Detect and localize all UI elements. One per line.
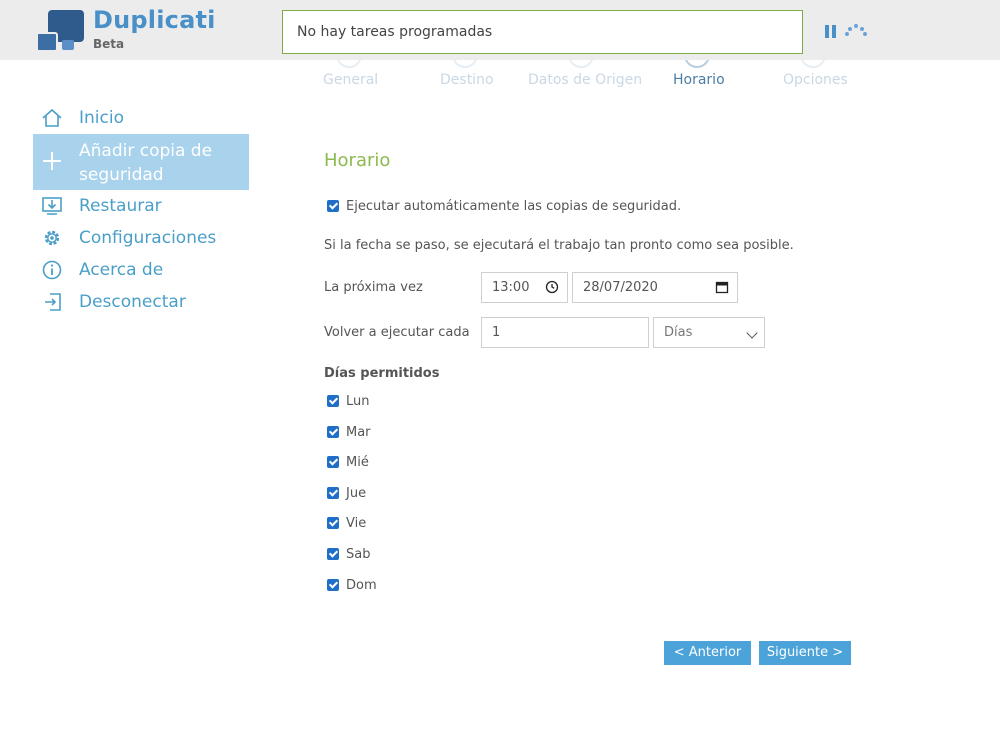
allowed-days-label: Días permitidos xyxy=(324,366,440,381)
gear-icon xyxy=(44,230,60,246)
restore-icon xyxy=(42,197,62,215)
date-input[interactable]: 28/07/2020 xyxy=(572,272,738,303)
schedule-note: Si la fecha se paso, se ejecutará el tra… xyxy=(324,238,794,253)
auto-run-label: Ejecutar automáticamente las copias de s… xyxy=(346,199,682,214)
logout-icon xyxy=(45,293,61,311)
tab-opciones[interactable]: Opciones xyxy=(783,72,848,88)
sidebar-item-label: Inicio xyxy=(79,108,124,128)
plus-icon xyxy=(43,152,61,170)
day-label-sab: Sab xyxy=(346,547,371,562)
page-title: Horario xyxy=(324,150,391,171)
repeat-label: Volver a ejecutar cada xyxy=(324,325,470,340)
sidebar-item-label: Configuraciones xyxy=(79,228,217,248)
step-dot-general[interactable] xyxy=(336,60,362,68)
previous-button[interactable]: < Anterior xyxy=(664,641,751,665)
status-bar: No hay tareas programadas xyxy=(282,10,803,54)
sidebar-item-label: Acerca de xyxy=(79,260,164,280)
pause-icon[interactable] xyxy=(825,25,837,38)
tab-datos-origen[interactable]: Datos de Origen xyxy=(528,72,642,88)
sidebar-item-acerca-de[interactable]: Acerca de xyxy=(33,254,249,286)
info-icon xyxy=(42,260,62,280)
time-input[interactable]: 13:00 xyxy=(481,272,568,303)
day-checkbox-mar[interactable] xyxy=(327,426,339,438)
sidebar-item-configuraciones[interactable]: Configuraciones xyxy=(33,222,249,254)
wizard-steps: General Destino Datos de Origen Horario … xyxy=(0,60,1000,100)
day-checkbox-mie[interactable] xyxy=(327,456,339,468)
step-dot-opciones[interactable] xyxy=(800,60,826,68)
tab-horario[interactable]: Horario xyxy=(673,72,725,88)
day-checkbox-jue[interactable] xyxy=(327,487,339,499)
chevron-down-icon xyxy=(746,327,758,339)
day-label-mar: Mar xyxy=(346,425,371,440)
step-dot-destino[interactable] xyxy=(452,60,478,68)
next-time-label: La próxima vez xyxy=(324,280,423,295)
throttle-icon[interactable] xyxy=(845,24,867,38)
sidebar-item-inicio[interactable]: Inicio xyxy=(33,102,249,134)
sidebar-item-label: Restaurar xyxy=(79,196,162,216)
day-label-mie: Mié xyxy=(346,455,369,470)
day-checkbox-sab[interactable] xyxy=(327,548,339,560)
step-dot-horario[interactable] xyxy=(684,60,710,68)
day-label-dom: Dom xyxy=(346,578,377,593)
sidebar-item-label: Desconectar xyxy=(79,292,186,312)
day-checkbox-lun[interactable] xyxy=(327,395,339,407)
day-checkbox-vie[interactable] xyxy=(327,517,339,529)
sidebar: Inicio Añadir copia de seguridad Restaura… xyxy=(33,102,249,318)
home-icon xyxy=(42,108,62,127)
next-button[interactable]: Siguiente > xyxy=(759,641,851,665)
sidebar-item-add-backup[interactable]: Añadir copia de seguridad xyxy=(33,134,249,190)
duplicati-logo-icon xyxy=(36,8,86,54)
app-name: Duplicati xyxy=(93,6,216,34)
sidebar-item-restaurar[interactable]: Restaurar xyxy=(33,190,249,222)
day-label-jue: Jue xyxy=(346,486,367,501)
repeat-unit-select[interactable]: Días xyxy=(653,317,765,348)
day-checkbox-dom[interactable] xyxy=(327,579,339,591)
calendar-icon[interactable] xyxy=(715,280,729,294)
app-channel: Beta xyxy=(93,37,125,51)
auto-run-checkbox[interactable] xyxy=(327,200,339,212)
clock-icon[interactable] xyxy=(545,280,559,294)
day-label-vie: Vie xyxy=(346,516,367,531)
app-header: Duplicati Beta No hay tareas programadas xyxy=(0,0,1000,60)
tab-general[interactable]: General xyxy=(323,72,378,88)
step-dot-origen[interactable] xyxy=(568,60,594,68)
day-label-lun: Lun xyxy=(346,394,370,409)
sidebar-item-desconectar[interactable]: Desconectar xyxy=(33,286,249,318)
sidebar-item-label: Añadir copia de seguridad xyxy=(79,141,213,185)
repeat-value-input[interactable]: 1 xyxy=(481,317,649,348)
tab-destino[interactable]: Destino xyxy=(440,72,494,88)
